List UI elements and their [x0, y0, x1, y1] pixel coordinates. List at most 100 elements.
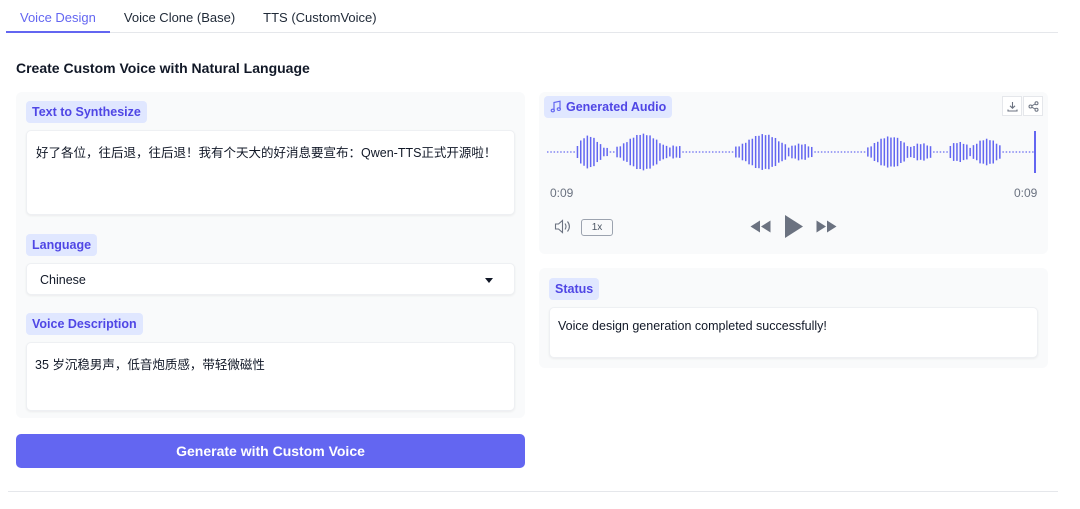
- play-icon[interactable]: [784, 214, 804, 244]
- waveform-bar: [636, 134, 638, 170]
- waveform-bar: [844, 151, 846, 153]
- waveform-bar: [972, 145, 975, 159]
- waveform-bar: [547, 151, 549, 153]
- text-to-synthesize-input[interactable]: 好了各位，往后退，往后退！我有个天大的好消息要宣布：Qwen-TTS正式开源啦！: [26, 130, 515, 215]
- waveform-bar: [893, 137, 895, 167]
- status-label: Status: [549, 278, 600, 300]
- waveform-bar: [768, 134, 770, 170]
- playhead[interactable]: [1034, 131, 1036, 173]
- input-panel: Text to Synthesize 好了各位，往后退，往后退！我有个天大的好消…: [16, 92, 525, 418]
- waveform-bar: [969, 147, 971, 157]
- waveform-bar: [1015, 151, 1018, 153]
- waveform-bar: [1012, 151, 1014, 153]
- waveform-bar: [913, 146, 915, 158]
- tab-voice-design[interactable]: Voice Design: [6, 0, 110, 33]
- waveform-bar: [616, 146, 618, 158]
- waveform-bar: [959, 141, 961, 163]
- waveform-bar: [890, 137, 892, 167]
- waveform-bar: [837, 151, 839, 153]
- waveform-bar: [853, 151, 856, 153]
- waveform-bar: [774, 137, 777, 167]
- waveform-bar: [1009, 151, 1011, 153]
- waveform-bar: [926, 145, 928, 159]
- waveform-bar: [979, 140, 981, 164]
- waveform-bar: [682, 151, 684, 153]
- voice-description-input[interactable]: 35 岁沉稳男声，低音炮质感，带轻微磁性: [26, 342, 515, 411]
- waveform-bar: [550, 151, 552, 153]
- waveform-bar: [560, 151, 562, 153]
- share-icon: [1028, 100, 1038, 112]
- waveform-bar: [906, 146, 909, 158]
- waveform-bar: [781, 142, 783, 162]
- playback-speed-button[interactable]: 1x: [581, 219, 613, 236]
- tab-voice-clone[interactable]: Voice Clone (Base): [110, 0, 249, 33]
- share-button[interactable]: [1023, 96, 1043, 116]
- waveform-bar: [675, 146, 678, 158]
- waveform-bar: [880, 138, 882, 166]
- waveform-bar: [956, 143, 958, 161]
- waveform-bar: [718, 151, 721, 153]
- waveform-bar: [962, 143, 965, 161]
- generate-button[interactable]: Generate with Custom Voice: [16, 434, 525, 468]
- waveform-bar: [1005, 151, 1008, 153]
- rewind-icon[interactable]: [750, 220, 771, 238]
- waveform-bar: [692, 151, 694, 153]
- waveform-bar: [662, 144, 664, 160]
- download-button[interactable]: [1002, 96, 1022, 116]
- waveform-bar: [586, 135, 589, 169]
- waveform-bar: [761, 134, 763, 170]
- waveform-bar: [916, 143, 919, 161]
- waveform-bar: [811, 146, 813, 158]
- waveform-bar: [556, 151, 559, 153]
- waveform-bar: [708, 151, 711, 153]
- waveform-bar: [754, 135, 757, 169]
- waveform-bar: [804, 144, 806, 160]
- waveform-bar: [995, 143, 998, 161]
- waveform-bar: [702, 151, 704, 153]
- waveform-bar: [599, 144, 602, 160]
- waveform-bar: [672, 145, 674, 159]
- waveform-bar: [606, 147, 608, 157]
- language-dropdown[interactable]: Chinese: [26, 263, 515, 295]
- waveform-bar: [715, 151, 717, 153]
- waveform-bar: [655, 139, 658, 165]
- waveform-bar: [603, 147, 605, 157]
- waveform-bar: [1002, 151, 1004, 153]
- waveform[interactable]: [547, 128, 1040, 176]
- waveform-bar: [652, 138, 655, 166]
- music-note-icon: [550, 100, 562, 116]
- waveform-bar: [685, 151, 688, 153]
- waveform-bar: [629, 138, 631, 166]
- waveform-bar: [679, 146, 681, 158]
- waveform-bar: [771, 137, 773, 167]
- language-label: Language: [26, 234, 98, 256]
- volume-icon[interactable]: [554, 219, 574, 239]
- waveform-bar: [966, 144, 968, 160]
- waveform-bar: [847, 151, 849, 153]
- waveform-bar: [712, 151, 714, 153]
- waveform-bar: [910, 146, 912, 158]
- waveform-bar: [659, 143, 661, 161]
- tab-tts-customvoice[interactable]: TTS (CustomVoice): [249, 0, 390, 33]
- generated-audio-label: Generated Audio: [544, 96, 673, 118]
- waveform-bar: [936, 151, 938, 153]
- current-time: 0:09: [550, 186, 574, 200]
- waveform-bar: [563, 151, 565, 153]
- text-to-synthesize-value: 好了各位，往后退，往后退！我有个天大的好消息要宣布：Qwen-TTS正式开源啦！: [36, 146, 497, 160]
- waveform-bar: [580, 140, 582, 164]
- page-title: Create Custom Voice with Natural Languag…: [16, 60, 310, 76]
- waveform-bar: [1032, 151, 1034, 153]
- tab-bar: Voice Design Voice Clone (Base) TTS (Cus…: [6, 0, 1058, 33]
- waveform-bar: [824, 151, 826, 153]
- waveform-bar: [1028, 151, 1031, 153]
- waveform-bar: [943, 151, 945, 153]
- waveform-bar: [794, 145, 796, 159]
- waveform-bar: [632, 137, 635, 167]
- waveform-bar: [553, 151, 556, 153]
- language-selected-value: Chinese: [40, 273, 86, 287]
- waveform-bar: [830, 151, 833, 153]
- waveform-bar: [639, 134, 641, 170]
- waveform-bar: [976, 143, 978, 161]
- fast-forward-icon[interactable]: [816, 220, 837, 238]
- waveform-bar: [989, 140, 991, 164]
